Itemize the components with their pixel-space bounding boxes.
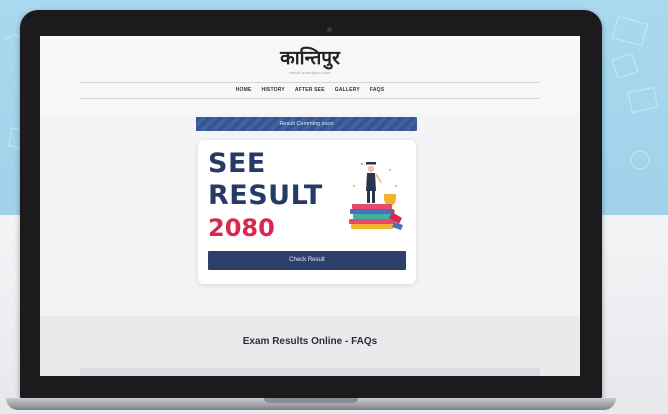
coming-soon-banner: Result Comming soon [196,117,417,131]
site-logo-subtext: result.ekantipur.com [289,70,331,75]
webcam-icon [327,27,332,32]
main-nav: HOME HISTORY AFTER SEE GALLERY FAQS [40,87,580,93]
header-divider-bottom [80,98,540,99]
graduate-on-books-illustration-icon [349,162,403,230]
faq-list-top [80,368,540,376]
check-result-button[interactable]: Check Result [208,251,406,270]
nav-item-home[interactable]: HOME [236,87,252,93]
result-heading-line1: SEE [208,148,266,179]
result-card: SEE RESULT 2080 Check Result [198,140,416,284]
laptop-screen: कान्तिपुर result.ekantipur.com HOME HIST… [40,36,580,376]
header-divider-top [80,82,540,83]
laptop-base-notch [264,398,358,403]
faq-section: Exam Results Online - FAQs [40,316,580,376]
nav-item-history[interactable]: HISTORY [262,87,285,93]
nav-item-gallery[interactable]: GALLERY [335,87,360,93]
result-year: 2080 [208,214,275,242]
result-heading-line2: RESULT [208,180,323,211]
nav-item-after-see[interactable]: AFTER SEE [295,87,325,93]
faq-title: Exam Results Online - FAQs [242,336,378,347]
nav-item-faqs[interactable]: FAQS [370,87,384,93]
site-logo[interactable]: कान्तिपुर [40,44,580,70]
laptop-base [6,398,616,410]
site-header: कान्तिपुर result.ekantipur.com HOME HIST… [40,36,580,114]
